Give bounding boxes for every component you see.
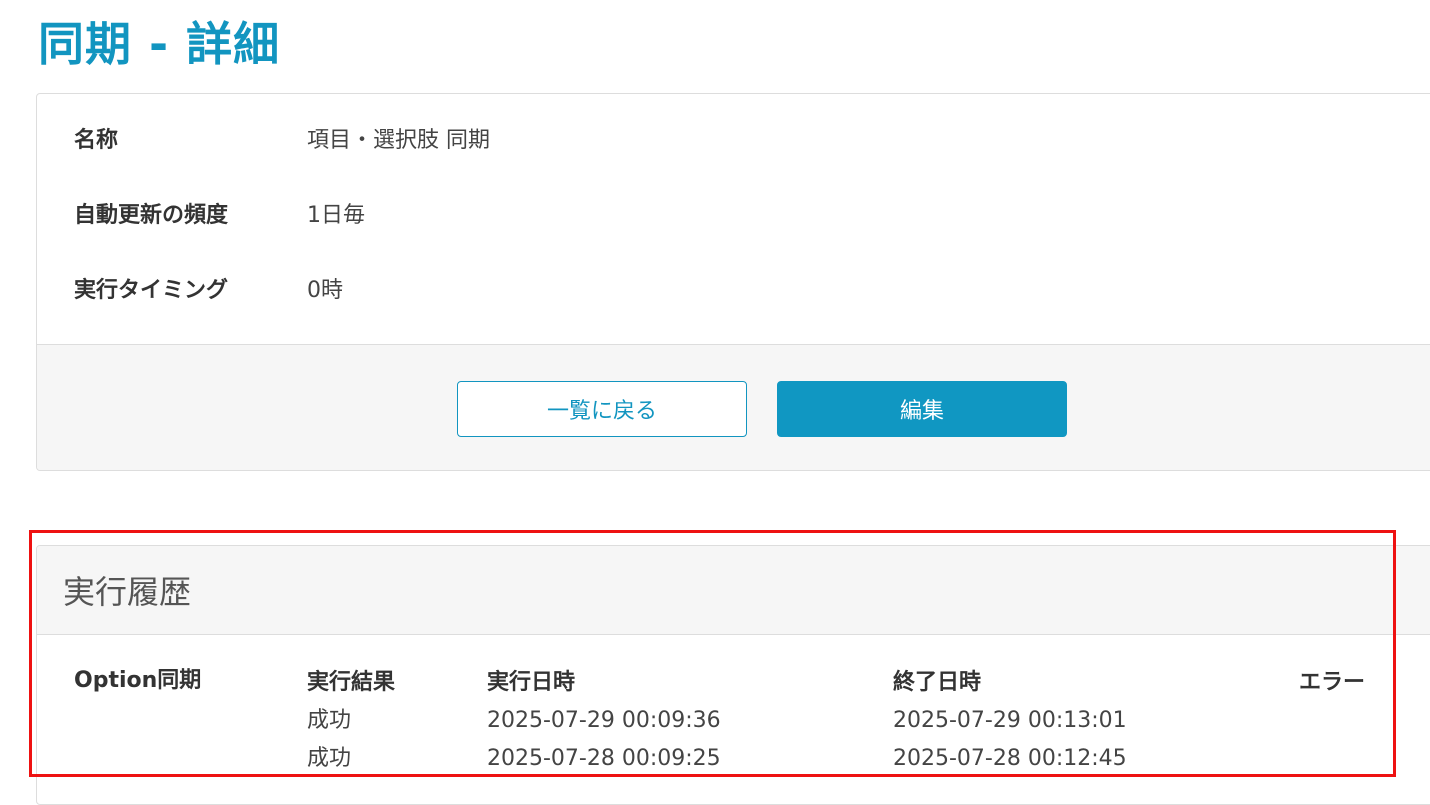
detail-card-footer: 一覧に戻る 編集 bbox=[37, 344, 1430, 470]
detail-card: 名称 項目・選択肢 同期 自動更新の頻度 1日毎 実行タイミング 0時 一覧に戻… bbox=[36, 93, 1430, 471]
history-section-label: Option同期 bbox=[74, 668, 202, 693]
column-header-finished: 終了日時 bbox=[893, 670, 982, 695]
row-2-finished: 2025-07-28 00:12:45 bbox=[893, 746, 1127, 771]
history-header: 実行履歴 bbox=[37, 546, 1430, 635]
row-1-started: 2025-07-29 00:09:36 bbox=[487, 708, 721, 733]
page-title: 同期 - 詳細 bbox=[38, 17, 281, 71]
detail-label-frequency: 自動更新の頻度 bbox=[74, 203, 229, 228]
row-1-result: 成功 bbox=[307, 708, 352, 733]
column-header-started: 実行日時 bbox=[487, 670, 576, 695]
detail-row-name: 名称 項目・選択肢 同期 bbox=[74, 118, 490, 158]
detail-label-timing: 実行タイミング bbox=[74, 278, 229, 303]
detail-label-name: 名称 bbox=[74, 128, 119, 153]
row-2-result: 成功 bbox=[307, 746, 352, 771]
detail-value-timing: 0時 bbox=[307, 278, 343, 303]
history-card: 実行履歴 Option同期 実行結果 実行日時 終了日時 エラー 成功 2025… bbox=[36, 545, 1430, 805]
column-header-result: 実行結果 bbox=[307, 670, 396, 695]
row-1-finished: 2025-07-29 00:13:01 bbox=[893, 708, 1127, 733]
column-header-error: エラー bbox=[1299, 670, 1366, 695]
detail-value-name: 項目・選択肢 同期 bbox=[307, 128, 490, 153]
row-2-started: 2025-07-28 00:09:25 bbox=[487, 746, 721, 771]
detail-row-timing: 実行タイミング 0時 bbox=[74, 268, 343, 308]
detail-row-frequency: 自動更新の頻度 1日毎 bbox=[74, 193, 365, 233]
detail-value-frequency: 1日毎 bbox=[307, 203, 365, 228]
back-to-list-button[interactable]: 一覧に戻る bbox=[457, 381, 747, 437]
history-title: 実行履歴 bbox=[63, 573, 192, 611]
edit-button[interactable]: 編集 bbox=[777, 381, 1067, 437]
